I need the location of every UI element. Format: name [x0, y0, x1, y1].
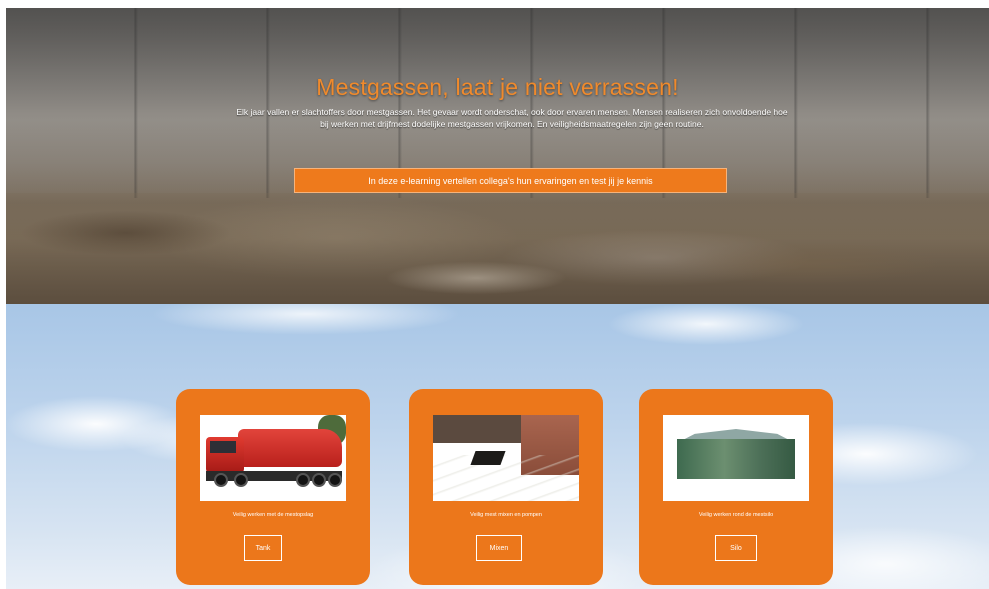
hero-description: Elk jaar vallen er slachtoffers door mes… [236, 107, 788, 129]
card-tank[interactable]: Veilig werken met de mestopslag Tank [176, 389, 370, 585]
card-photo-pit [433, 415, 579, 501]
card-photo-truck [200, 415, 346, 501]
card-caption: Veilig werken rond de mestsilo [698, 512, 774, 518]
card-photo-silo [663, 415, 809, 501]
card-caption: Veilig werken met de mestopslag [232, 512, 314, 518]
card-silo[interactable]: Veilig werken rond de mestsilo Silo [639, 389, 833, 585]
tank-button[interactable]: Tank [244, 535, 282, 561]
mixen-button[interactable]: Mixen [476, 535, 522, 561]
card-mixen[interactable]: Veilig mest mixen en pompen Mixen [409, 389, 603, 585]
hero-background-floor [6, 193, 989, 304]
hero-cta-button[interactable]: In deze e-learning vertellen collega's h… [294, 168, 727, 193]
silo-button[interactable]: Silo [715, 535, 757, 561]
hero-title: Mestgassen, laat je niet verrassen! [316, 74, 679, 100]
hero-banner: Mestgassen, laat je niet verrassen! Elk … [6, 8, 989, 304]
card-caption: Veilig mest mixen en pompen [470, 512, 542, 518]
